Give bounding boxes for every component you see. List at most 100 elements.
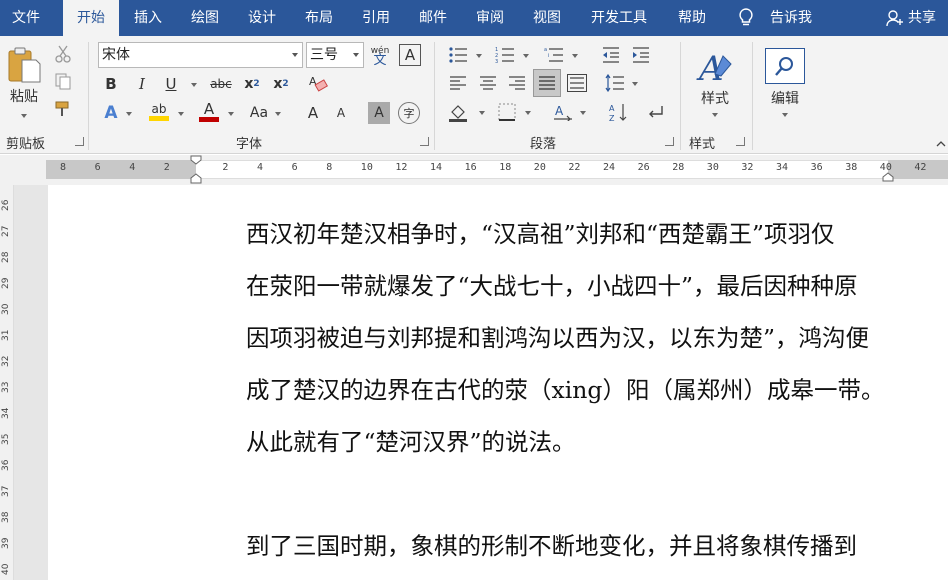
character-shading-button[interactable]: A — [368, 102, 390, 124]
underline-dropdown-icon[interactable] — [191, 83, 197, 87]
align-center-icon[interactable] — [477, 72, 499, 94]
ruler-left-margin — [46, 160, 196, 179]
group-separator — [88, 42, 89, 150]
vertical-ruler-label: 36 — [1, 460, 11, 471]
show-paragraph-marks-icon[interactable] — [644, 101, 666, 123]
decrease-indent-icon[interactable] — [600, 44, 622, 66]
tab-home[interactable]: 开始 — [63, 0, 119, 36]
strikethrough-button[interactable]: abc — [207, 73, 235, 95]
font-color-dropdown-icon[interactable] — [228, 112, 234, 116]
subscript-button[interactable]: x2 — [241, 73, 263, 95]
svg-text:a: a — [544, 47, 547, 53]
ruler-tick-label: 4 — [257, 162, 263, 173]
borders-dropdown-icon[interactable] — [525, 111, 531, 115]
grow-font-button[interactable]: A — [302, 102, 324, 124]
styles-label: 样式 — [701, 88, 729, 108]
text-effects-dropdown-icon[interactable] — [126, 112, 132, 116]
numbering-icon[interactable]: 123 — [494, 44, 516, 66]
cut-icon[interactable] — [52, 43, 74, 65]
first-line-indent-marker-icon[interactable] — [190, 155, 202, 185]
tab-mailings[interactable]: 邮件 — [408, 0, 458, 36]
styles-launcher-icon[interactable] — [736, 137, 745, 146]
character-border-button[interactable]: A — [399, 44, 421, 66]
right-indent-marker-icon[interactable] — [882, 155, 894, 185]
shading-dropdown-icon[interactable] — [479, 111, 485, 115]
doc-line-6: 到了三国时期，象棋的形制不断地变化，并且将象棋传播到 — [246, 527, 946, 561]
vertical-ruler-label: 27 — [1, 226, 11, 237]
tab-design[interactable]: 设计 — [237, 0, 287, 36]
format-painter-icon[interactable] — [52, 98, 74, 120]
enclose-characters-button[interactable]: 字 — [398, 102, 420, 124]
tab-layout[interactable]: 布局 — [294, 0, 344, 36]
tab-help[interactable]: 帮助 — [668, 0, 716, 36]
horizontal-ruler[interactable]: 8642246810121416182022242628303234363840… — [0, 155, 948, 185]
clear-formatting-icon[interactable]: A — [307, 72, 329, 94]
ruler-tick-label: 20 — [534, 162, 546, 173]
tab-draw[interactable]: 绘图 — [180, 0, 230, 36]
vertical-ruler[interactable]: 262728293031323334353637383940 — [0, 185, 14, 580]
align-left-icon[interactable] — [447, 72, 469, 94]
tab-file[interactable]: 文件 — [0, 0, 52, 36]
font-family-select[interactable]: 宋体 — [98, 42, 303, 68]
asian-layout-icon[interactable]: A — [552, 101, 574, 123]
bullets-icon[interactable] — [447, 44, 469, 66]
line-spacing-icon[interactable] — [604, 72, 626, 94]
change-case-button[interactable]: Aa — [246, 102, 272, 124]
distributed-icon[interactable] — [566, 72, 588, 94]
paste-dropdown-icon[interactable] — [21, 114, 27, 118]
bullets-dropdown-icon[interactable] — [476, 54, 482, 58]
increase-indent-icon[interactable] — [630, 44, 652, 66]
shading-icon[interactable] — [447, 101, 469, 123]
ruler-tick-label: 10 — [361, 162, 373, 173]
highlight-button[interactable]: ab — [146, 98, 172, 126]
tab-references[interactable]: 引用 — [351, 0, 401, 36]
ruler-tick-label: 22 — [568, 162, 580, 173]
ruler-tick-label: 6 — [292, 162, 298, 173]
font-color-button[interactable]: A — [197, 98, 221, 126]
editing-button[interactable]: 编辑 — [762, 42, 808, 122]
font-group-label: 字体 — [236, 133, 262, 152]
ribbon-home: 粘贴 剪贴板 宋体 三号 wén 文 A B I U abc x2 — [0, 36, 948, 154]
shrink-font-button[interactable]: A — [330, 102, 352, 124]
multilevel-list-dropdown-icon[interactable] — [572, 54, 578, 58]
asian-layout-dropdown-icon[interactable] — [580, 111, 586, 115]
superscript-button[interactable]: x2 — [270, 73, 292, 95]
ruler-tick-label: 12 — [395, 162, 407, 173]
font-launcher-icon[interactable] — [420, 137, 429, 146]
vertical-ruler-label: 32 — [1, 356, 11, 367]
tab-review[interactable]: 审阅 — [465, 0, 515, 36]
text-effects-button[interactable]: A — [100, 102, 122, 124]
tab-view[interactable]: 视图 — [522, 0, 572, 36]
styles-button[interactable]: A 样式 — [690, 42, 740, 122]
font-size-select[interactable]: 三号 — [306, 42, 364, 68]
tell-me-label: 告诉我 — [770, 0, 812, 36]
document-page[interactable]: 西汉初年楚汉相争时，“汉高祖”刘邦和“西楚霸王”项羽仅 在荥阳一带就爆发了“大战… — [48, 185, 948, 580]
italic-button[interactable]: I — [131, 73, 153, 95]
underline-button[interactable]: U — [160, 73, 182, 95]
word-window: 文件 开始 插入 绘图 设计 布局 引用 邮件 审阅 视图 开发工具 帮助 告诉… — [0, 0, 948, 580]
collapse-ribbon-icon[interactable] — [936, 138, 946, 148]
paragraph-launcher-icon[interactable] — [665, 137, 674, 146]
paste-label: 粘贴 — [10, 86, 38, 106]
highlight-dropdown-icon[interactable] — [178, 112, 184, 116]
group-separator — [680, 42, 681, 150]
align-right-icon[interactable] — [506, 72, 528, 94]
tell-me-search[interactable]: 告诉我 — [732, 0, 824, 36]
line-spacing-dropdown-icon[interactable] — [632, 82, 638, 86]
numbering-dropdown-icon[interactable] — [523, 54, 529, 58]
highlight-color-bar — [149, 116, 169, 121]
share-button[interactable]: 共享 — [882, 0, 944, 36]
justify-icon[interactable] — [533, 69, 561, 97]
multilevel-list-icon[interactable]: ai — [543, 44, 565, 66]
phonetic-guide-button[interactable]: wén 文 — [368, 42, 392, 70]
bold-button[interactable]: B — [100, 73, 122, 95]
sort-icon[interactable]: AZ — [608, 101, 630, 123]
borders-icon[interactable] — [496, 101, 518, 123]
editing-icon-frame — [765, 48, 805, 84]
change-case-dropdown-icon[interactable] — [275, 112, 281, 116]
tab-insert[interactable]: 插入 — [123, 0, 173, 36]
copy-icon[interactable] — [52, 70, 74, 92]
tab-developer[interactable]: 开发工具 — [583, 0, 655, 36]
clipboard-launcher-icon[interactable] — [75, 137, 84, 146]
paste-button[interactable]: 粘贴 — [4, 42, 44, 110]
